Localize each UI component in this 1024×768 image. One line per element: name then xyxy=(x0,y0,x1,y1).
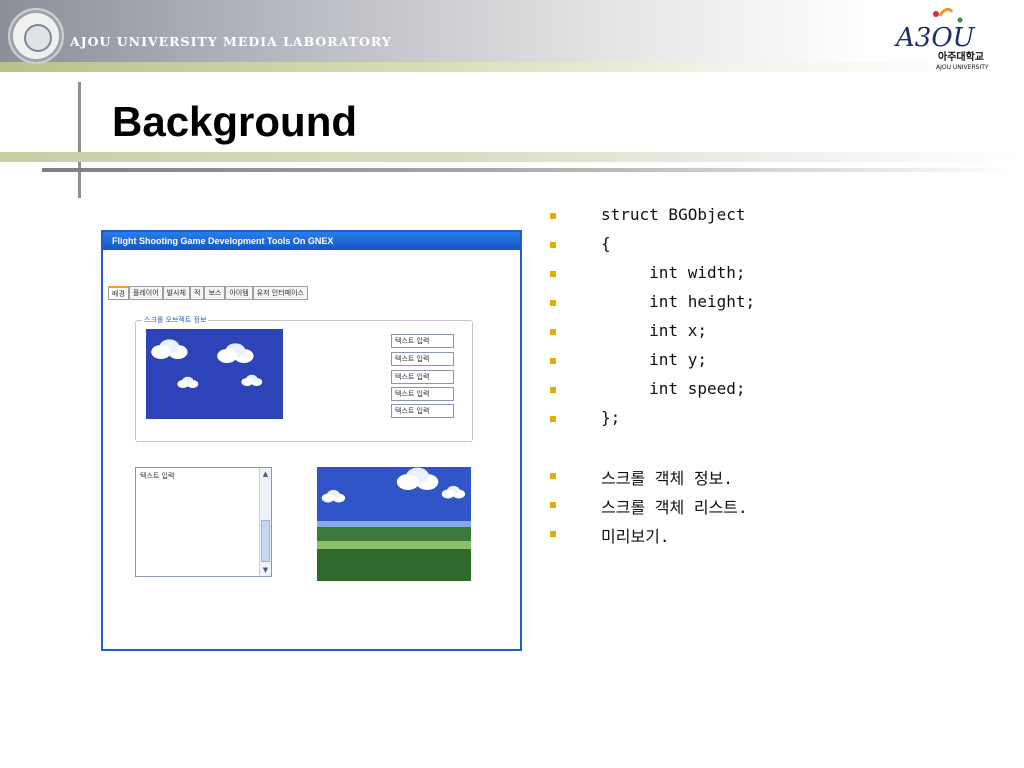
preview-image xyxy=(317,467,471,581)
slide-title: Background xyxy=(112,98,358,145)
scroll-object-image xyxy=(146,329,283,419)
logo-text: A3OU xyxy=(894,23,976,53)
tab-player[interactable]: 플레이어 xyxy=(128,286,163,300)
text-field-5[interactable]: 텍스트 입력 xyxy=(391,404,454,418)
bullet-icon xyxy=(550,271,556,277)
app-window: Flight Shooting Game Development Tools O… xyxy=(101,230,522,651)
scroll-down-icon[interactable]: ▼ xyxy=(261,565,270,575)
header-accent-strip xyxy=(0,62,1024,72)
tab-projectile[interactable]: 발사체 xyxy=(162,286,190,300)
university-seal-icon xyxy=(8,8,64,64)
tab-bar: 배경 플레이어 발사체 적 보스 아이템 유저 인터페이스 xyxy=(108,286,308,300)
scroll-up-icon[interactable]: ▲ xyxy=(261,469,270,479)
ajou-logo: A3OU 아주대학교 AJOU UNIVERSITY xyxy=(894,7,989,71)
scroll-object-list[interactable]: 텍스트 입력 ▲ ▼ xyxy=(135,467,272,577)
list-item[interactable]: 텍스트 입력 xyxy=(140,471,174,481)
list-scrollbar[interactable]: ▲ ▼ xyxy=(259,468,271,576)
text-field-3[interactable]: 텍스트 입력 xyxy=(391,370,454,384)
logo-korean: 아주대학교 xyxy=(938,50,984,63)
title-vertical-rule xyxy=(78,82,81,198)
text-field-1[interactable]: 텍스트 입력 xyxy=(391,334,454,348)
title-accent-rule xyxy=(0,152,1024,162)
tab-background[interactable]: 배경 xyxy=(108,286,129,300)
bullet-icon xyxy=(550,502,556,508)
institution-name: AJOU UNIVERSITY MEDIA LABORATORY xyxy=(70,34,392,49)
bullet-icon xyxy=(550,531,556,537)
bullet-icon xyxy=(550,242,556,248)
scroll-thumb[interactable] xyxy=(261,520,270,562)
bullet-icon xyxy=(550,329,556,335)
bullet-icon xyxy=(550,416,556,422)
tab-boss[interactable]: 보스 xyxy=(204,286,226,300)
tab-enemy[interactable]: 적 xyxy=(189,286,205,300)
app-window-title: Flight Shooting Game Development Tools O… xyxy=(103,232,520,250)
bullet-icon xyxy=(550,387,556,393)
bullet-icon xyxy=(550,300,556,306)
logo-english: AJOU UNIVERSITY xyxy=(936,64,989,71)
scroll-object-group-label: 스크롤 오브젝트 정보 xyxy=(142,315,209,325)
tab-user-interface[interactable]: 유저 인터페이스 xyxy=(252,286,308,300)
text-field-4[interactable]: 텍스트 입력 xyxy=(391,387,454,401)
bullet-icon xyxy=(550,358,556,364)
text-field-2[interactable]: 텍스트 입력 xyxy=(391,352,454,366)
title-underline-rule xyxy=(42,168,1012,172)
bullet-icon xyxy=(550,473,556,479)
bullet-icon xyxy=(550,213,556,219)
tab-item[interactable]: 아이템 xyxy=(225,286,253,300)
